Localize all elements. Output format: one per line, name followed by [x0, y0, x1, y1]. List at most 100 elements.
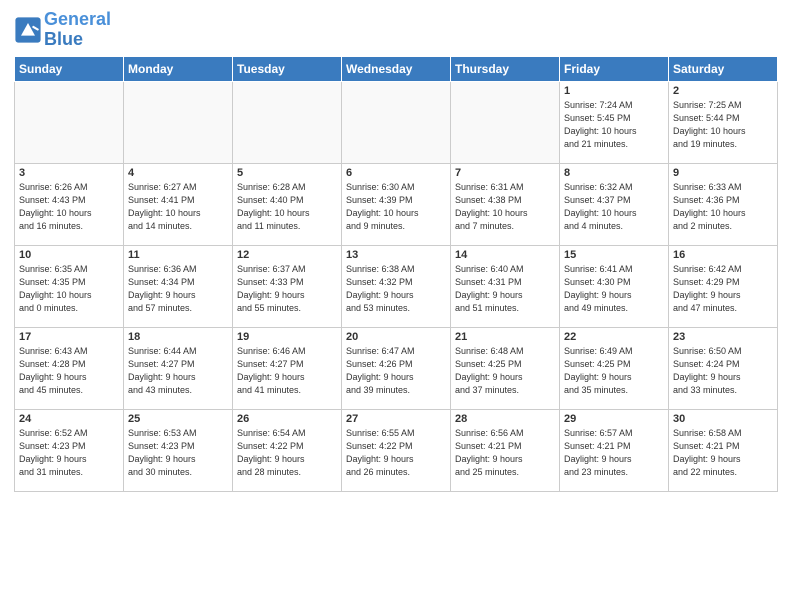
- calendar-day-cell: 27 Sunrise: 6:55 AM Sunset: 4:22 PM Dayli…: [342, 409, 451, 491]
- day-number: 5: [237, 167, 337, 179]
- calendar-week-row: 24 Sunrise: 6:52 AM Sunset: 4:23 PM Dayli…: [15, 409, 778, 491]
- calendar-day-cell: 2 Sunrise: 7:25 AM Sunset: 5:44 PM Daylig…: [669, 81, 778, 163]
- day-number: 28: [455, 413, 555, 425]
- day-info: Sunrise: 6:37 AM Sunset: 4:33 PM Dayligh…: [237, 263, 337, 315]
- logo-text: General Blue: [44, 10, 111, 50]
- calendar-day-cell: 21Sunrise: 6:48 AM Sunset: 4:25 PM Dayli…: [451, 327, 560, 409]
- day-number: 24: [19, 413, 119, 425]
- day-info: Sunrise: 6:30 AM Sunset: 4:39 PM Dayligh…: [346, 181, 446, 233]
- calendar-day-cell: [233, 81, 342, 163]
- day-info: Sunrise: 6:52 AM Sunset: 4:23 PM Dayligh…: [19, 427, 119, 479]
- day-number: 2: [673, 85, 773, 97]
- day-info: Sunrise: 6:41 AM Sunset: 4:30 PM Dayligh…: [564, 263, 664, 315]
- calendar-week-row: 17 Sunrise: 6:43 AM Sunset: 4:28 PM Dayli…: [15, 327, 778, 409]
- day-info: Sunrise: 6:49 AM Sunset: 4:25 PM Dayligh…: [564, 345, 664, 397]
- day-number: 16: [673, 249, 773, 261]
- day-number: 1: [564, 85, 664, 97]
- day-number: 17: [19, 331, 119, 343]
- day-number: 8: [564, 167, 664, 179]
- calendar-day-cell: 11 Sunrise: 6:36 AM Sunset: 4:34 PM Dayli…: [124, 245, 233, 327]
- weekday-header: Saturday: [669, 56, 778, 81]
- day-info: Sunrise: 6:46 AM Sunset: 4:27 PM Dayligh…: [237, 345, 337, 397]
- weekday-header: Monday: [124, 56, 233, 81]
- day-info: Sunrise: 6:43 AM Sunset: 4:28 PM Dayligh…: [19, 345, 119, 397]
- calendar-week-row: 1 Sunrise: 7:24 AM Sunset: 5:45 PM Daylig…: [15, 81, 778, 163]
- calendar-day-cell: 20Sunrise: 6:47 AM Sunset: 4:26 PM Dayli…: [342, 327, 451, 409]
- day-info: Sunrise: 6:53 AM Sunset: 4:23 PM Dayligh…: [128, 427, 228, 479]
- calendar-day-cell: [124, 81, 233, 163]
- calendar-day-cell: 30Sunrise: 6:58 AM Sunset: 4:21 PM Dayli…: [669, 409, 778, 491]
- day-number: 10: [19, 249, 119, 261]
- day-info: Sunrise: 6:57 AM Sunset: 4:21 PM Dayligh…: [564, 427, 664, 479]
- logo: General Blue: [14, 10, 111, 50]
- day-number: 13: [346, 249, 446, 261]
- calendar-day-cell: [15, 81, 124, 163]
- calendar-table: SundayMondayTuesdayWednesdayThursdayFrid…: [14, 56, 778, 492]
- calendar-day-cell: [451, 81, 560, 163]
- day-number: 18: [128, 331, 228, 343]
- calendar-day-cell: 8Sunrise: 6:32 AM Sunset: 4:37 PM Daylig…: [560, 163, 669, 245]
- day-number: 30: [673, 413, 773, 425]
- day-number: 26: [237, 413, 337, 425]
- calendar-day-cell: 3 Sunrise: 6:26 AM Sunset: 4:43 PM Daylig…: [15, 163, 124, 245]
- day-info: Sunrise: 6:36 AM Sunset: 4:34 PM Dayligh…: [128, 263, 228, 315]
- day-number: 15: [564, 249, 664, 261]
- calendar-header-row: SundayMondayTuesdayWednesdayThursdayFrid…: [15, 56, 778, 81]
- calendar-day-cell: 23 Sunrise: 6:50 AM Sunset: 4:24 PM Dayli…: [669, 327, 778, 409]
- calendar-day-cell: 25 Sunrise: 6:53 AM Sunset: 4:23 PM Dayli…: [124, 409, 233, 491]
- day-info: Sunrise: 6:55 AM Sunset: 4:22 PM Dayligh…: [346, 427, 446, 479]
- calendar-week-row: 10 Sunrise: 6:35 AM Sunset: 4:35 PM Dayli…: [15, 245, 778, 327]
- day-info: Sunrise: 6:28 AM Sunset: 4:40 PM Dayligh…: [237, 181, 337, 233]
- day-info: Sunrise: 6:56 AM Sunset: 4:21 PM Dayligh…: [455, 427, 555, 479]
- page: General Blue SundayMondayTuesdayWednesda…: [0, 0, 792, 500]
- day-info: Sunrise: 6:27 AM Sunset: 4:41 PM Dayligh…: [128, 181, 228, 233]
- calendar-day-cell: 10 Sunrise: 6:35 AM Sunset: 4:35 PM Dayli…: [15, 245, 124, 327]
- day-info: Sunrise: 6:31 AM Sunset: 4:38 PM Dayligh…: [455, 181, 555, 233]
- day-info: Sunrise: 6:44 AM Sunset: 4:27 PM Dayligh…: [128, 345, 228, 397]
- weekday-header: Tuesday: [233, 56, 342, 81]
- day-info: Sunrise: 7:25 AM Sunset: 5:44 PM Dayligh…: [673, 99, 773, 151]
- calendar-day-cell: 18 Sunrise: 6:44 AM Sunset: 4:27 PM Dayli…: [124, 327, 233, 409]
- day-number: 11: [128, 249, 228, 261]
- day-number: 9: [673, 167, 773, 179]
- calendar-day-cell: 19 Sunrise: 6:46 AM Sunset: 4:27 PM Dayli…: [233, 327, 342, 409]
- day-info: Sunrise: 6:54 AM Sunset: 4:22 PM Dayligh…: [237, 427, 337, 479]
- day-info: Sunrise: 6:40 AM Sunset: 4:31 PM Dayligh…: [455, 263, 555, 315]
- calendar-day-cell: 9 Sunrise: 6:33 AM Sunset: 4:36 PM Daylig…: [669, 163, 778, 245]
- weekday-header: Thursday: [451, 56, 560, 81]
- calendar-day-cell: 29 Sunrise: 6:57 AM Sunset: 4:21 PM Dayli…: [560, 409, 669, 491]
- day-number: 12: [237, 249, 337, 261]
- day-info: Sunrise: 6:35 AM Sunset: 4:35 PM Dayligh…: [19, 263, 119, 315]
- day-number: 6: [346, 167, 446, 179]
- calendar-day-cell: 13 Sunrise: 6:38 AM Sunset: 4:32 PM Dayli…: [342, 245, 451, 327]
- day-info: Sunrise: 6:42 AM Sunset: 4:29 PM Dayligh…: [673, 263, 773, 315]
- day-number: 7: [455, 167, 555, 179]
- calendar-day-cell: 22Sunrise: 6:49 AM Sunset: 4:25 PM Dayli…: [560, 327, 669, 409]
- calendar-day-cell: 28 Sunrise: 6:56 AM Sunset: 4:21 PM Dayli…: [451, 409, 560, 491]
- weekday-header: Wednesday: [342, 56, 451, 81]
- calendar-day-cell: 14Sunrise: 6:40 AM Sunset: 4:31 PM Dayli…: [451, 245, 560, 327]
- calendar-day-cell: 15 Sunrise: 6:41 AM Sunset: 4:30 PM Dayli…: [560, 245, 669, 327]
- day-info: Sunrise: 6:50 AM Sunset: 4:24 PM Dayligh…: [673, 345, 773, 397]
- day-info: Sunrise: 7:24 AM Sunset: 5:45 PM Dayligh…: [564, 99, 664, 151]
- calendar-day-cell: 1 Sunrise: 7:24 AM Sunset: 5:45 PM Daylig…: [560, 81, 669, 163]
- weekday-header: Friday: [560, 56, 669, 81]
- day-number: 27: [346, 413, 446, 425]
- day-number: 25: [128, 413, 228, 425]
- calendar-day-cell: 26 Sunrise: 6:54 AM Sunset: 4:22 PM Dayli…: [233, 409, 342, 491]
- day-info: Sunrise: 6:38 AM Sunset: 4:32 PM Dayligh…: [346, 263, 446, 315]
- calendar-day-cell: 16 Sunrise: 6:42 AM Sunset: 4:29 PM Dayli…: [669, 245, 778, 327]
- day-info: Sunrise: 6:33 AM Sunset: 4:36 PM Dayligh…: [673, 181, 773, 233]
- weekday-header: Sunday: [15, 56, 124, 81]
- calendar-day-cell: 24 Sunrise: 6:52 AM Sunset: 4:23 PM Dayli…: [15, 409, 124, 491]
- day-number: 3: [19, 167, 119, 179]
- day-number: 23: [673, 331, 773, 343]
- day-info: Sunrise: 6:47 AM Sunset: 4:26 PM Dayligh…: [346, 345, 446, 397]
- day-number: 19: [237, 331, 337, 343]
- calendar-day-cell: 6 Sunrise: 6:30 AM Sunset: 4:39 PM Daylig…: [342, 163, 451, 245]
- day-info: Sunrise: 6:26 AM Sunset: 4:43 PM Dayligh…: [19, 181, 119, 233]
- header: General Blue: [14, 10, 778, 50]
- day-number: 4: [128, 167, 228, 179]
- day-number: 29: [564, 413, 664, 425]
- calendar-day-cell: 7 Sunrise: 6:31 AM Sunset: 4:38 PM Daylig…: [451, 163, 560, 245]
